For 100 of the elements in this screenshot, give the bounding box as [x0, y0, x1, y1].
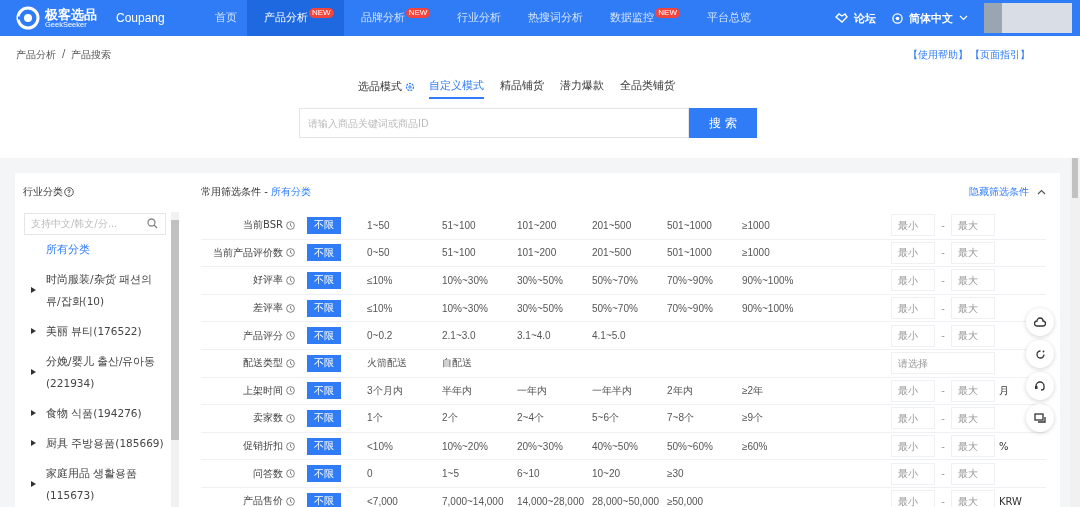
filter-option[interactable]: 50%~60%: [667, 440, 742, 452]
any-option-button[interactable]: 不限: [307, 299, 341, 317]
min-field[interactable]: 最小: [891, 269, 935, 292]
filter-option[interactable]: 101~200: [517, 247, 592, 259]
filter-option[interactable]: 70%~90%: [667, 275, 742, 286]
min-field[interactable]: 最小: [891, 407, 935, 430]
filter-option[interactable]: 半年内: [442, 383, 517, 398]
filter-option[interactable]: 5~6个: [592, 411, 667, 426]
max-field[interactable]: 最大: [951, 241, 995, 264]
filter-option[interactable]: 3.1~4.0: [517, 330, 592, 342]
expand-icon[interactable]: [31, 440, 36, 446]
filter-option[interactable]: <7,000: [367, 495, 442, 507]
category-item[interactable]: 厨具 주방용품(185669): [46, 432, 164, 454]
filter-option[interactable]: 2个: [442, 411, 517, 426]
filter-option[interactable]: 30%~50%: [517, 302, 592, 314]
category-item[interactable]: 家庭用品 생활용품(115673): [46, 462, 164, 506]
any-option-button[interactable]: 不限: [307, 382, 341, 400]
filter-option[interactable]: 一年半内: [592, 383, 667, 398]
mode-tab[interactable]: 精品铺货: [499, 75, 544, 99]
scrollbar-thumb[interactable]: [1072, 158, 1078, 198]
any-option-button[interactable]: 不限: [307, 465, 341, 483]
avatar-icon[interactable]: [984, 3, 1072, 33]
any-option-button[interactable]: 不限: [307, 327, 341, 345]
filter-category-link[interactable]: 所有分类: [270, 186, 311, 197]
scrollbar-thumb[interactable]: [171, 220, 179, 440]
min-field[interactable]: 最小: [891, 435, 935, 458]
max-field[interactable]: 最大: [951, 435, 995, 458]
nav-tab[interactable]: 产品分析 NEW: [247, 0, 344, 36]
filter-option[interactable]: ≥9个: [742, 411, 817, 426]
any-option-button[interactable]: 不限: [307, 216, 341, 234]
filter-option[interactable]: 70%~90%: [667, 302, 742, 314]
filter-option[interactable]: 51~100: [442, 219, 517, 231]
filter-option[interactable]: 2.1~3.0: [442, 330, 517, 342]
filter-option[interactable]: 10~20: [592, 468, 667, 480]
filter-option[interactable]: 50%~70%: [592, 275, 667, 286]
filter-option[interactable]: 201~500: [592, 247, 667, 259]
category-item[interactable]: 美丽 뷰티(176522): [46, 320, 164, 342]
filter-option[interactable]: ≤10%: [367, 275, 442, 286]
filter-option[interactable]: 51~100: [442, 247, 517, 259]
nav-tab[interactable]: 品牌分析 NEW: [343, 0, 441, 36]
filter-option[interactable]: 一年内: [517, 383, 592, 398]
max-field[interactable]: 最大: [951, 462, 995, 485]
filter-option[interactable]: 2~4个: [517, 411, 592, 426]
filter-option[interactable]: 7,000~14,000: [442, 495, 517, 507]
expand-icon[interactable]: [31, 287, 36, 293]
scrollbar[interactable]: [171, 212, 179, 507]
filter-option[interactable]: 10%~20%: [442, 440, 517, 452]
any-option-button[interactable]: 不限: [307, 492, 341, 507]
min-field[interactable]: 最小: [891, 324, 935, 347]
nav-tab[interactable]: 数据监控 NEW: [593, 0, 690, 36]
filter-option[interactable]: ≥50,000: [667, 495, 742, 507]
filter-option[interactable]: 1个: [367, 411, 442, 426]
filter-option[interactable]: 3个月内: [367, 383, 442, 398]
filter-option[interactable]: ≥1000: [742, 219, 817, 231]
max-field[interactable]: 最大: [951, 379, 995, 402]
language-selector[interactable]: 简体中文: [892, 10, 968, 26]
min-field[interactable]: 最小: [891, 490, 935, 507]
breadcrumb-item[interactable]: 产品分析: [16, 48, 56, 62]
filter-option[interactable]: 4.1~5.0: [592, 330, 667, 342]
select-field[interactable]: 请选择: [891, 352, 995, 375]
expand-icon[interactable]: [31, 481, 36, 487]
category-item[interactable]: 分娩/婴儿 출산/유아동(221934): [46, 350, 164, 394]
filter-option[interactable]: 2年内: [667, 383, 742, 398]
expand-icon[interactable]: [31, 328, 36, 334]
search-button[interactable]: 搜 索: [689, 108, 757, 138]
max-field[interactable]: 最大: [951, 407, 995, 430]
category-item[interactable]: 所有分类: [46, 238, 164, 260]
filter-option[interactable]: 火箭配送: [367, 356, 442, 371]
filter-option[interactable]: 0~0.2: [367, 330, 442, 342]
settings-icon[interactable]: [404, 82, 415, 92]
filter-option[interactable]: 40%~50%: [592, 440, 667, 452]
filter-option[interactable]: ≥2年: [742, 383, 817, 398]
max-field[interactable]: 最大: [951, 297, 995, 320]
forum-link[interactable]: 论坛: [835, 10, 876, 26]
filter-option[interactable]: ≤10%: [367, 302, 442, 314]
filter-option[interactable]: 1~50: [367, 219, 442, 231]
min-field[interactable]: 最小: [891, 214, 935, 237]
filter-option[interactable]: 501~1000: [667, 247, 742, 259]
help-link[interactable]: 【页面指引】: [970, 48, 1030, 62]
filter-option[interactable]: ≥1000: [742, 247, 817, 259]
min-field[interactable]: 最小: [891, 379, 935, 402]
mode-tab[interactable]: 潜力爆款: [559, 75, 604, 99]
filter-option[interactable]: 90%~100%: [742, 275, 817, 286]
category-item[interactable]: 食物 식품(194276): [46, 402, 164, 424]
any-option-button[interactable]: 不限: [307, 409, 341, 427]
help-link[interactable]: 【使用帮助】: [908, 48, 968, 62]
filter-option[interactable]: 6~10: [517, 468, 592, 480]
filter-option[interactable]: 自配送: [442, 356, 517, 371]
max-field[interactable]: 最大: [951, 490, 995, 507]
min-field[interactable]: 最小: [891, 241, 935, 264]
filter-option[interactable]: ≥60%: [742, 440, 817, 452]
filter-option[interactable]: 501~1000: [667, 219, 742, 231]
filter-option[interactable]: 20%~30%: [517, 440, 592, 452]
mode-tab[interactable]: 全品类铺货: [619, 75, 675, 99]
any-option-button[interactable]: 不限: [307, 437, 341, 455]
max-field[interactable]: 最大: [951, 324, 995, 347]
filter-option[interactable]: 14,000~28,000: [517, 495, 592, 507]
filter-option[interactable]: 1~5: [442, 468, 517, 480]
min-field[interactable]: 最小: [891, 462, 935, 485]
filter-option[interactable]: 101~200: [517, 219, 592, 231]
